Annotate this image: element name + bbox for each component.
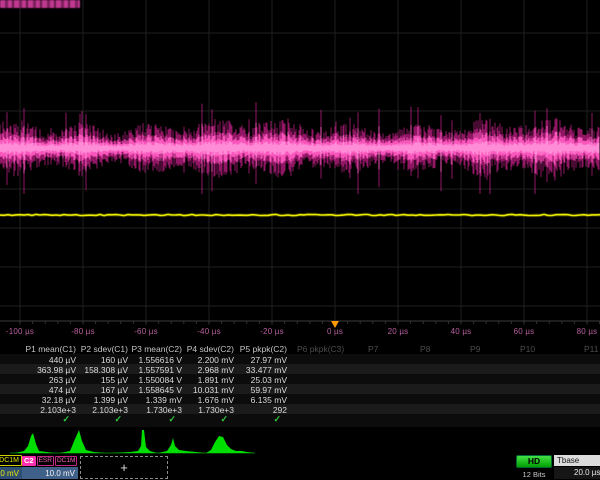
status-check-icon: ✓ [220, 414, 228, 425]
descriptor-bar: DC1M 10.0 mV C2 ESR DC1M 10.0 mV + HD 12… [0, 455, 600, 480]
time-axis-label: -60 µs [134, 327, 158, 336]
channel-c1-descriptor[interactable]: DC1M 10.0 mV [0, 455, 22, 479]
meas-header[interactable]: P3 mean(C2) [131, 344, 182, 354]
meas-value-cell: 160 µV [101, 355, 128, 365]
measurement-histicons [0, 428, 600, 455]
meas-value-cell: 1.557591 V [139, 365, 182, 375]
meas-value-cell: 33.477 mV [246, 365, 287, 375]
timebase-descriptor[interactable]: Tbase 20.0 µs/div [554, 455, 600, 479]
c2-coupling-badge: DC1M [55, 456, 77, 466]
hd-mode-indicator: HD 12 Bits [516, 455, 552, 479]
table-row-stripe [0, 384, 600, 394]
meas-value-cell: 32.18 µV [42, 395, 76, 405]
meas-header-inactive[interactable]: P7 [368, 344, 378, 354]
meas-value-cell: 1.730e+3 [198, 405, 234, 415]
status-check-icon: ✓ [273, 414, 281, 425]
time-axis-label: -20 µs [260, 327, 284, 336]
table-row-stripe [0, 374, 600, 384]
table-row-stripe [0, 404, 600, 414]
time-axis-label: 20 µs [388, 327, 409, 336]
meas-value-cell: 167 µV [101, 385, 128, 395]
meas-header-inactive[interactable]: P11 [584, 344, 599, 354]
meas-header[interactable]: P1 mean(C1) [25, 344, 76, 354]
meas-value-cell: 2.103e+3 [92, 405, 128, 415]
time-axis-label: 40 µs [451, 327, 472, 336]
histicon [158, 438, 205, 453]
meas-value-cell: 263 µV [49, 375, 76, 385]
time-axis-label: 60 µs [514, 327, 535, 336]
meas-value-cell: 363.98 µV [37, 365, 76, 375]
table-row-stripe [0, 354, 600, 364]
meas-header-inactive[interactable]: P6 pkpk(C3) [297, 344, 344, 354]
time-axis-label: 80 µs [577, 327, 598, 336]
meas-value-cell: 1.339 mV [146, 395, 182, 405]
time-axis-label: 0 µs [327, 327, 343, 336]
add-trace-button[interactable]: + [80, 456, 168, 479]
oscilloscope-screen: -100 µs -80 µs -60 µs -40 µs -20 µs 0 µs 20 µs… [0, 0, 600, 480]
measurement-table: P1 mean(C1) P2 sdev(C1)P3 mean(C2) P4 sdev… [0, 343, 600, 427]
meas-header[interactable]: P5 pkpk(C2) [240, 344, 287, 354]
meas-value-cell: 1.550084 V [139, 375, 182, 385]
meas-value-cell: 1.558645 V [139, 385, 182, 395]
time-axis-label: -100 µs [6, 327, 34, 336]
histicon [110, 430, 157, 453]
meas-header-inactive[interactable]: P8 [420, 344, 430, 354]
meas-value-cell: 474 µV [49, 385, 76, 395]
meas-value-cell: 10.031 mV [193, 385, 234, 395]
timebase-value: 20.0 µs/div [554, 467, 600, 479]
meas-value-cell: 6.135 mV [251, 395, 287, 405]
meas-value-cell: 2.103e+3 [40, 405, 76, 415]
histicon [60, 430, 106, 453]
table-row-stripe [0, 394, 600, 404]
time-axis-label: -80 µs [71, 327, 95, 336]
c2-channel-chip: C2 [22, 456, 36, 466]
meas-value-cell: 25.03 mV [251, 375, 287, 385]
plus-icon: + [120, 460, 128, 475]
meas-value-cell: 2.968 mV [198, 365, 234, 375]
hd-badge: HD [516, 455, 552, 468]
meas-value-cell: 1.730e+3 [146, 405, 182, 415]
meas-value-cell: 27.97 mV [251, 355, 287, 365]
meas-value-cell: 440 µV [49, 355, 76, 365]
meas-header-inactive[interactable]: P10 [520, 344, 535, 354]
table-row-stripe [0, 414, 600, 427]
meas-header-inactive[interactable]: P9 [470, 344, 480, 354]
graticule-and-traces [0, 0, 600, 340]
meas-value-cell: 1.556616 V [139, 355, 182, 365]
meas-value-cell: 1.676 mV [198, 395, 234, 405]
meas-value-cell: 1.891 mV [198, 375, 234, 385]
timebase-label: Tbase [554, 455, 600, 466]
meas-value-cell: 155 µV [101, 375, 128, 385]
c1-scale-value: 10.0 mV [0, 467, 22, 479]
time-axis-label: -40 µs [197, 327, 221, 336]
meas-value-cell: 59.97 mV [251, 385, 287, 395]
histicon [15, 433, 55, 453]
status-check-icon: ✓ [62, 414, 70, 425]
meas-value-cell: 2.200 mV [198, 355, 234, 365]
histicon [206, 436, 255, 453]
meas-header[interactable]: P2 sdev(C1) [81, 344, 128, 354]
c2-scale-value: 10.0 mV [22, 467, 78, 479]
meas-header[interactable]: P4 sdev(C2) [187, 344, 234, 354]
status-check-icon: ✓ [168, 414, 176, 425]
clipped-trace-annotation [0, 0, 80, 8]
status-check-icon: ✓ [114, 414, 122, 425]
hd-bits-label: 12 Bits [516, 470, 552, 479]
c2-esr-badge: ESR [37, 456, 54, 466]
meas-value-cell: 158.308 µV [84, 365, 128, 375]
c1-coupling-badge: DC1M [0, 455, 22, 466]
meas-value-cell: 1.399 µV [94, 395, 128, 405]
channel-c2-descriptor[interactable]: C2 ESR DC1M 10.0 mV [22, 455, 78, 479]
